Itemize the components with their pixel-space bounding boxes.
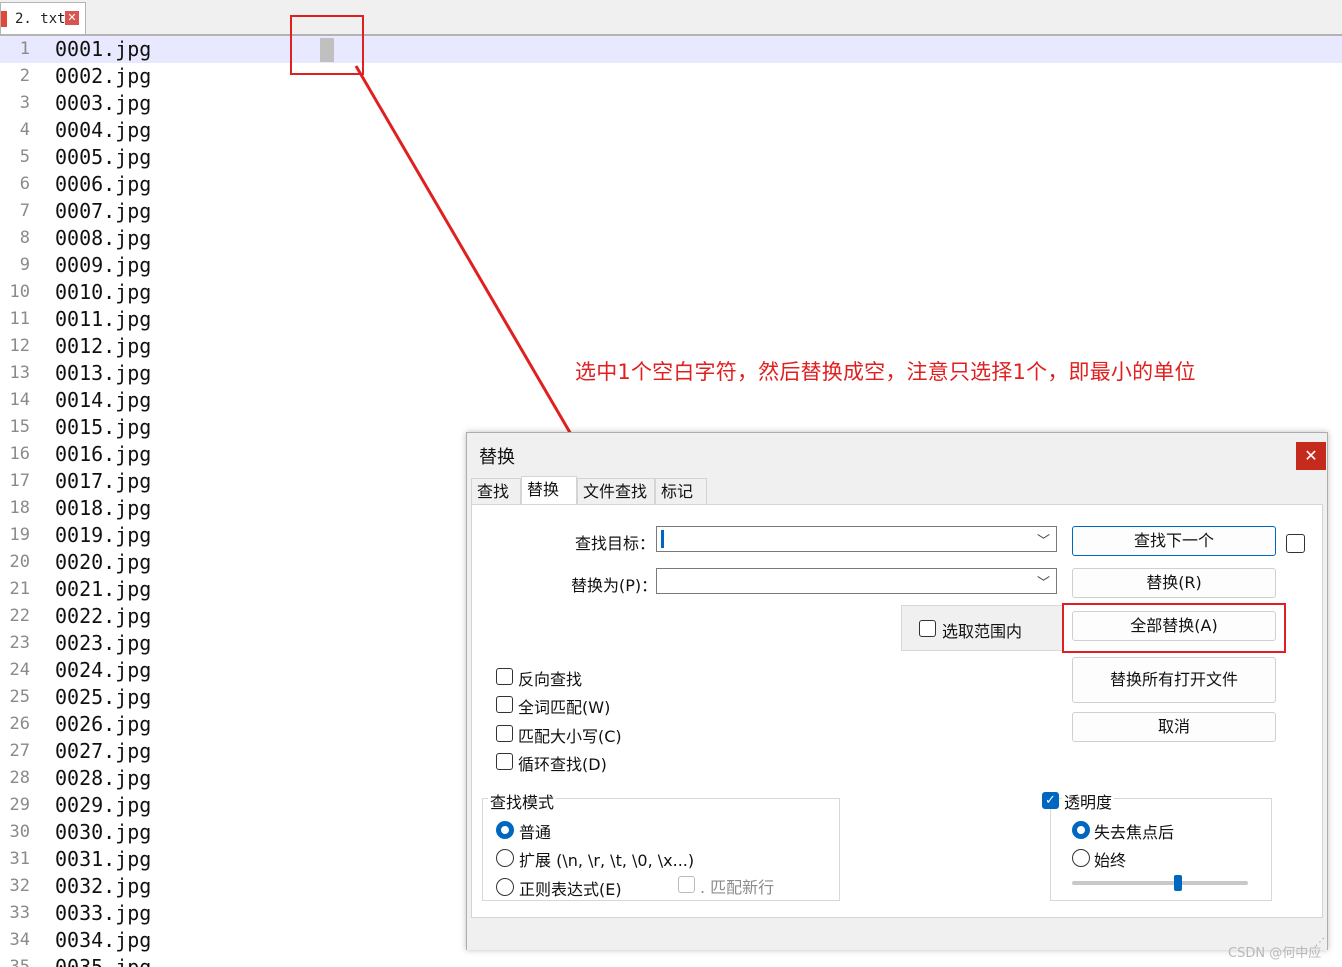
text-cursor bbox=[661, 530, 664, 548]
transparency-slider[interactable] bbox=[1072, 881, 1248, 885]
close-icon[interactable]: ✕ bbox=[1296, 442, 1326, 470]
annotation-text: 选中1个空白字符，然后替换成空，注意只选择1个，即最小的单位 bbox=[575, 360, 1196, 384]
replace-input[interactable]: ﹀ bbox=[656, 568, 1057, 594]
mode-regex-label: 正则表达式(E) bbox=[519, 880, 622, 899]
tab-mark[interactable]: 标记 bbox=[655, 478, 707, 504]
whole-word-label: 全词匹配(W) bbox=[518, 698, 611, 717]
in-selection-area: 选取范围内 bbox=[901, 605, 1063, 651]
cancel-button[interactable]: 取消 bbox=[1072, 712, 1276, 742]
mode-extended-radio[interactable] bbox=[496, 849, 514, 867]
in-selection-label: 选取范围内 bbox=[942, 622, 1023, 641]
tab-replace[interactable]: 替换 bbox=[521, 476, 577, 506]
backward-label: 反向查找 bbox=[518, 670, 583, 689]
replace-label: 替换为(P)： bbox=[571, 576, 658, 595]
in-selection-checkbox[interactable] bbox=[919, 620, 936, 637]
backward-checkbox[interactable] bbox=[496, 668, 513, 685]
mode-extended-label: 扩展 (\n, \r, \t, \0, \x...) bbox=[519, 851, 695, 870]
wrap-around-label: 循环查找(D) bbox=[518, 755, 607, 774]
mode-normal-radio[interactable] bbox=[496, 821, 514, 839]
dot-newline-checkbox[interactable] bbox=[678, 876, 695, 893]
match-case-label: 匹配大小写(C) bbox=[518, 727, 622, 746]
dialog-status-strip: ⋰ bbox=[467, 920, 1327, 950]
transparency-slider-thumb[interactable] bbox=[1173, 875, 1182, 891]
replace-panel: 查找目标： ﹀ 替换为(P)： ﹀ 查找下一个 替换(R) 选取范围内 全部替换… bbox=[471, 504, 1323, 918]
find-label: 查找目标： bbox=[575, 534, 656, 553]
annotation-box-replace-all bbox=[1062, 603, 1286, 653]
on-lose-focus-radio[interactable] bbox=[1072, 821, 1090, 839]
watermark: CSDN @何中应 bbox=[1228, 946, 1322, 961]
dot-newline-label: . 匹配新行 bbox=[700, 878, 775, 897]
mode-regex-radio[interactable] bbox=[496, 878, 514, 896]
dialog-title: 替换 bbox=[479, 447, 515, 468]
mode-normal-label: 普通 bbox=[519, 823, 552, 842]
find-next-button[interactable]: 查找下一个 bbox=[1072, 526, 1276, 556]
always-label: 始终 bbox=[1094, 851, 1127, 870]
replace-dialog: 替换 ✕ 查找 替换 文件查找 标记 查找目标： ﹀ 替换为(P)： ﹀ 查找下… bbox=[466, 432, 1328, 950]
transparency-label: 透明度 bbox=[1062, 789, 1115, 813]
replace-button[interactable]: 替换(R) bbox=[1072, 568, 1276, 598]
replace-all-open-files-button[interactable]: 替换所有打开文件 bbox=[1072, 657, 1276, 703]
transparency-checkbox[interactable]: ✓ bbox=[1042, 792, 1059, 809]
find-input[interactable]: ﹀ bbox=[656, 526, 1057, 552]
tab-find[interactable]: 查找 bbox=[471, 478, 521, 504]
chevron-down-icon[interactable]: ﹀ bbox=[1037, 530, 1050, 549]
match-case-checkbox[interactable] bbox=[496, 725, 513, 742]
always-radio[interactable] bbox=[1072, 849, 1090, 867]
search-mode-legend: 查找模式 bbox=[488, 789, 557, 813]
dialog-extra-checkbox[interactable] bbox=[1286, 534, 1305, 553]
tab-find-in-files[interactable]: 文件查找 bbox=[577, 478, 655, 504]
on-lose-focus-label: 失去焦点后 bbox=[1094, 823, 1175, 842]
whole-word-checkbox[interactable] bbox=[496, 696, 513, 713]
chevron-down-icon[interactable]: ﹀ bbox=[1037, 572, 1050, 591]
wrap-around-checkbox[interactable] bbox=[496, 753, 513, 770]
